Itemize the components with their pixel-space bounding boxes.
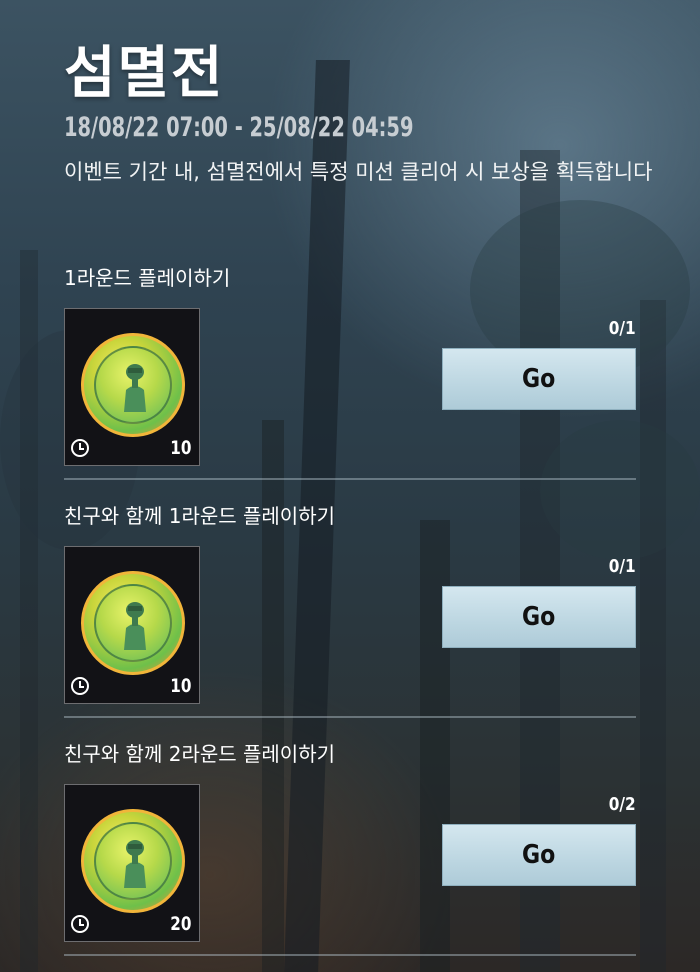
- event-panel: 섬멸전 18/08/22 07:00 - 25/08/22 04:59 이벤트 …: [0, 0, 700, 972]
- mission-item: 친구와 함께 2라운드 플레이하기 20 0/2 Go: [64, 738, 636, 972]
- mission-item: 1라운드 플레이하기 10 0/1 Go: [64, 262, 636, 498]
- reward-quantity: 20: [169, 913, 191, 935]
- reward-item[interactable]: 20: [64, 784, 200, 942]
- go-button-label: Go: [522, 602, 556, 632]
- go-button-label: Go: [522, 364, 556, 394]
- reward-item[interactable]: 10: [64, 546, 200, 704]
- go-button-label: Go: [522, 840, 556, 870]
- mission-progress: 0/2: [609, 794, 636, 815]
- coin-icon: [81, 571, 185, 675]
- clock-icon: [71, 439, 89, 457]
- reward-quantity: 10: [169, 437, 191, 459]
- divider: [64, 716, 636, 718]
- coin-icon: [81, 333, 185, 437]
- reward-quantity: 10: [169, 675, 191, 697]
- clock-icon: [71, 677, 89, 695]
- go-button[interactable]: Go: [442, 348, 636, 410]
- go-button[interactable]: Go: [442, 586, 636, 648]
- mission-item: 친구와 함께 1라운드 플레이하기 10 0/1 Go: [64, 500, 636, 736]
- go-button[interactable]: Go: [442, 824, 636, 886]
- coin-icon: [81, 809, 185, 913]
- reward-item[interactable]: 10: [64, 308, 200, 466]
- event-date-range: 18/08/22 07:00 - 25/08/22 04:59: [64, 112, 414, 143]
- event-title: 섬멸전: [64, 41, 225, 106]
- clock-icon: [71, 915, 89, 933]
- mission-title: 친구와 함께 2라운드 플레이하기: [64, 742, 335, 766]
- divider: [64, 478, 636, 480]
- soldier-emblem-icon: [124, 602, 146, 650]
- mission-progress: 0/1: [609, 556, 636, 577]
- soldier-emblem-icon: [124, 364, 146, 412]
- event-description: 이벤트 기간 내, 섬멸전에서 특정 미션 클리어 시 보상을 획득합니다: [64, 160, 653, 184]
- mission-progress: 0/1: [609, 318, 636, 339]
- soldier-emblem-icon: [124, 840, 146, 888]
- divider: [64, 954, 636, 956]
- mission-title: 친구와 함께 1라운드 플레이하기: [64, 504, 335, 528]
- mission-title: 1라운드 플레이하기: [64, 266, 231, 290]
